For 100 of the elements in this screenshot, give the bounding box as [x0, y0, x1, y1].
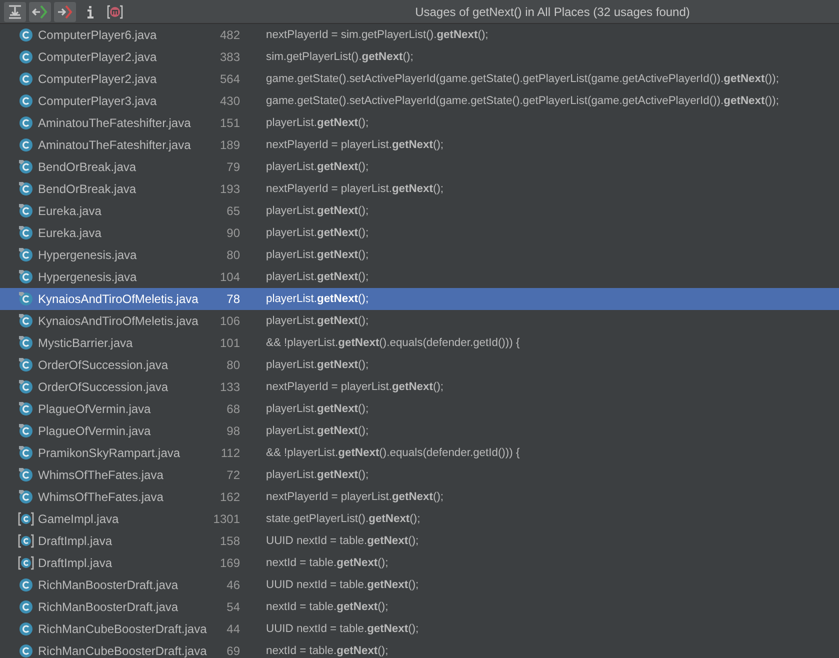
- file-name: DraftImpl.java: [38, 556, 114, 570]
- code-line: playerList.getNext();: [266, 205, 369, 217]
- line-number: 106: [218, 314, 240, 328]
- file-name: MysticBarrier.java: [38, 336, 134, 350]
- usage-row[interactable]: Hypergenesis.java 104 playerList.getNext();: [0, 266, 839, 288]
- code-line: nextPlayerId = playerList.getNext();: [266, 183, 444, 195]
- line-number: 112: [220, 446, 240, 460]
- usage-row[interactable]: PramikonSkyRampart.java 112 && !playerList.getNext().equals(defender.getId())) {: [0, 442, 839, 464]
- file-name: AminatouTheFateshifter.java: [38, 116, 192, 130]
- usage-row[interactable]: PlagueOfVermin.java 68 playerList.getNext();: [0, 398, 839, 420]
- code-line: playerList.getNext();: [266, 403, 369, 415]
- line-number: 65: [226, 204, 240, 218]
- flatten-button[interactable]: [4, 2, 26, 22]
- tagged-class-icon: [18, 313, 34, 329]
- tagged-class-icon: [18, 467, 34, 483]
- code-line: sim.getPlayerList().getNext();: [266, 51, 414, 63]
- bracketed-class-icon: [18, 533, 34, 549]
- line-number: 80: [226, 358, 240, 372]
- file-name: Hypergenesis.java: [38, 248, 138, 262]
- code-line: nextId = table.getNext();: [266, 557, 388, 569]
- line-number: 162: [218, 490, 240, 504]
- usage-row[interactable]: KynaiosAndTiroOfMeletis.java 78 playerList.getNext();: [0, 288, 839, 310]
- file-name: KynaiosAndTiroOfMeletis.java: [38, 292, 200, 306]
- tagged-class-icon: [18, 489, 34, 505]
- usage-row[interactable]: DraftImpl.java 158 UUID nextId = table.getNext();: [0, 530, 839, 552]
- class-icon: [18, 49, 34, 65]
- file-name: ComputerPlayer2.java: [38, 50, 158, 64]
- line-number: 383: [218, 50, 240, 64]
- usage-row[interactable]: Eureka.java 65 playerList.getNext();: [0, 200, 839, 222]
- tagged-class-icon: [18, 225, 34, 241]
- code-line: playerList.getNext();: [266, 161, 369, 173]
- file-name: Eureka.java: [38, 204, 102, 218]
- file-name: Eureka.java: [38, 226, 102, 240]
- usage-row[interactable]: KynaiosAndTiroOfMeletis.java 106 playerList.getNext();: [0, 310, 839, 332]
- usage-row[interactable]: AminatouTheFateshifter.java 151 playerList.getNext();: [0, 112, 839, 134]
- tagged-class-icon: [18, 423, 34, 439]
- file-name: RichManBoosterDraft.java: [38, 578, 180, 592]
- usage-row[interactable]: MysticBarrier.java 101 && !playerList.getNext().equals(defender.getId())) {: [0, 332, 839, 354]
- arrow-out-icon: [57, 4, 73, 20]
- code-line: nextPlayerId = playerList.getNext();: [266, 381, 444, 393]
- usage-row[interactable]: AminatouTheFateshifter.java 189 nextPlayerId = playerList.getNext();: [0, 134, 839, 156]
- usage-row[interactable]: PlagueOfVermin.java 98 playerList.getNext();: [0, 420, 839, 442]
- line-number: 564: [218, 72, 240, 86]
- class-icon: [18, 115, 34, 131]
- usage-row[interactable]: ComputerPlayer2.java 564 game.getState().setActivePlayerId(game.getState().getPlayerList(game.getActivePlayerId()).getNext());: [0, 68, 839, 90]
- line-number: 79: [226, 160, 240, 174]
- file-name: ComputerPlayer3.java: [38, 94, 158, 108]
- class-icon: [18, 643, 34, 658]
- export-button[interactable]: [54, 2, 76, 22]
- file-name: RichManCubeBoosterDraft.java: [38, 644, 208, 658]
- usage-row[interactable]: BendOrBreak.java 79 playerList.getNext();: [0, 156, 839, 178]
- file-name: RichManCubeBoosterDraft.java: [38, 622, 208, 636]
- usage-row[interactable]: WhimsOfTheFates.java 162 nextPlayerId = playerList.getNext();: [0, 486, 839, 508]
- usage-row[interactable]: RichManBoosterDraft.java 54 nextId = table.getNext();: [0, 596, 839, 618]
- file-name: GameImpl.java: [38, 512, 120, 526]
- line-number: 46: [226, 578, 240, 592]
- code-line: playerList.getNext();: [266, 117, 369, 129]
- usage-row[interactable]: ComputerPlayer2.java 383 sim.getPlayerList().getNext();: [0, 46, 839, 68]
- usage-row[interactable]: RichManBoosterDraft.java 46 UUID nextId = table.getNext();: [0, 574, 839, 596]
- tagged-class-icon: [18, 401, 34, 417]
- bracketed-class-icon: [18, 511, 34, 527]
- code-line: nextId = table.getNext();: [266, 645, 388, 657]
- code-line: game.getState().setActivePlayerId(game.getState().getPlayerList(game.getActivePlayerId()).getNext());: [266, 95, 779, 107]
- class-icon: [18, 27, 34, 43]
- code-line: playerList.getNext();: [266, 315, 369, 327]
- usage-row[interactable]: Hypergenesis.java 80 playerList.getNext();: [0, 244, 839, 266]
- usage-row[interactable]: OrderOfSuccession.java 133 nextPlayerId = playerList.getNext();: [0, 376, 839, 398]
- usage-row[interactable]: ComputerPlayer3.java 430 game.getState().setActivePlayerId(game.getState().getPlayerList(game.getActivePlayerId()).getNext());: [0, 90, 839, 112]
- code-line: playerList.getNext();: [266, 293, 369, 305]
- code-line: nextPlayerId = sim.getPlayerList().getNext();: [266, 29, 488, 41]
- usage-row[interactable]: DraftImpl.java 169 nextId = table.getNext();: [0, 552, 839, 574]
- code-line: nextPlayerId = playerList.getNext();: [266, 139, 444, 151]
- file-name: PramikonSkyRampart.java: [38, 446, 182, 460]
- line-number: 482: [218, 28, 240, 42]
- class-icon: [18, 621, 34, 637]
- code-line: nextPlayerId = playerList.getNext();: [266, 491, 444, 503]
- usage-row[interactable]: Eureka.java 90 playerList.getNext();: [0, 222, 839, 244]
- usage-row[interactable]: WhimsOfTheFates.java 72 playerList.getNext();: [0, 464, 839, 486]
- line-number: 54: [226, 600, 240, 614]
- line-number: 80: [226, 248, 240, 262]
- tagged-class-icon: [18, 379, 34, 395]
- usage-row[interactable]: ComputerPlayer6.java 482 nextPlayerId = sim.getPlayerList().getNext();: [0, 24, 839, 46]
- import-button[interactable]: [29, 2, 51, 22]
- code-line: playerList.getNext();: [266, 249, 369, 261]
- line-number: 1301: [212, 512, 240, 526]
- usage-row[interactable]: OrderOfSuccession.java 80 playerList.getNext();: [0, 354, 839, 376]
- code-line: playerList.getNext();: [266, 227, 369, 239]
- class-icon: [18, 599, 34, 615]
- file-name: WhimsOfTheFates.java: [38, 468, 164, 482]
- line-number: 189: [218, 138, 240, 152]
- class-icon: [18, 93, 34, 109]
- tagged-class-icon: [18, 159, 34, 175]
- usage-row[interactable]: BendOrBreak.java 193 nextPlayerId = playerList.getNext();: [0, 178, 839, 200]
- usage-row[interactable]: GameImpl.java 1301 state.getPlayerList().getNext();: [0, 508, 839, 530]
- tagged-class-icon: [18, 291, 34, 307]
- line-number: 78: [226, 292, 240, 306]
- usage-row[interactable]: RichManCubeBoosterDraft.java 69 nextId = table.getNext();: [0, 640, 839, 658]
- line-number: 90: [226, 226, 240, 240]
- usage-row[interactable]: RichManCubeBoosterDraft.java 44 UUID nextId = table.getNext();: [0, 618, 839, 640]
- file-name: BendOrBreak.java: [38, 160, 138, 174]
